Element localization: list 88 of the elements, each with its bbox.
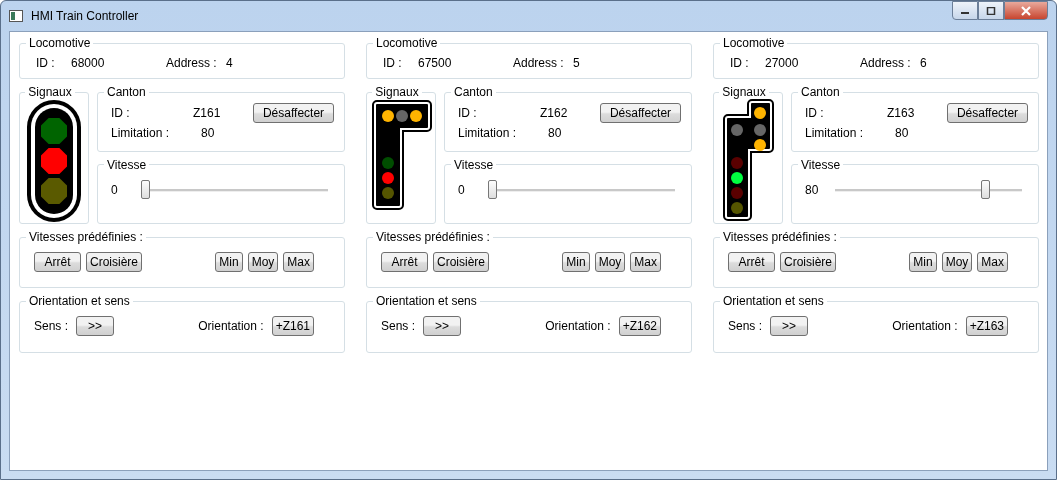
- preset-button[interactable]: Max: [283, 252, 314, 272]
- close-icon: [1020, 5, 1032, 16]
- limit-label: Limitation :: [458, 126, 518, 140]
- slider-thumb[interactable]: [488, 179, 497, 199]
- slider-thumb[interactable]: [141, 179, 150, 199]
- group-title: Orientation et sens: [375, 294, 478, 308]
- orientation-label: Orientation :: [545, 319, 611, 333]
- preset-button[interactable]: Max: [630, 252, 661, 272]
- group-title: Orientation et sens: [722, 294, 825, 308]
- minimize-button[interactable]: [952, 1, 978, 20]
- locomotive-id: 67500: [418, 56, 453, 70]
- direction-label: Sens :: [34, 319, 69, 333]
- unassign-button[interactable]: Désaffecter: [600, 103, 681, 123]
- group-title: Canton: [800, 85, 841, 99]
- group-title: Signaux: [721, 85, 767, 99]
- id-label: ID :: [458, 106, 478, 120]
- group-title: Signaux: [27, 85, 73, 99]
- preset-button[interactable]: Moy: [941, 252, 973, 272]
- canton-id: Z162: [540, 106, 569, 120]
- id-label: ID :: [805, 106, 825, 120]
- speed-slider[interactable]: [141, 179, 328, 200]
- speed-slider[interactable]: [835, 179, 1022, 200]
- group-title: Vitesses prédéfinies :: [28, 230, 144, 244]
- group-title: Vitesse: [800, 157, 842, 172]
- address-value: 5: [573, 56, 580, 70]
- id-label: ID :: [111, 106, 131, 120]
- preset-button[interactable]: Arrêt: [381, 252, 428, 272]
- speed-value: 80: [805, 182, 820, 197]
- orientation-button[interactable]: +Z161: [271, 316, 314, 336]
- preset-button[interactable]: Arrêt: [728, 252, 775, 272]
- orientation-button[interactable]: +Z163: [965, 316, 1008, 336]
- preset-button[interactable]: Min: [215, 252, 243, 272]
- speed-value: 0: [458, 182, 466, 197]
- maximize-icon: [986, 6, 996, 15]
- limit-value: 80: [548, 126, 562, 140]
- group-title: Vitesses prédéfinies :: [375, 230, 491, 244]
- direction-button[interactable]: >>: [76, 316, 115, 336]
- preset-button[interactable]: Min: [562, 252, 590, 272]
- limit-label: Limitation :: [805, 126, 865, 140]
- id-label: ID :: [383, 56, 403, 70]
- address-value: 6: [920, 56, 927, 70]
- address-label: Address :: [860, 56, 912, 70]
- canton-id: Z163: [887, 106, 916, 120]
- speed-slider[interactable]: [488, 179, 675, 200]
- id-label: ID :: [36, 56, 56, 70]
- group-title: Vitesse: [106, 157, 148, 172]
- limit-value: 80: [895, 126, 909, 140]
- preset-button[interactable]: Moy: [594, 252, 626, 272]
- group-title: Signaux: [374, 85, 420, 99]
- unassign-button[interactable]: Désaffecter: [947, 103, 1028, 123]
- orientation-label: Orientation :: [198, 319, 264, 333]
- speed-value: 0: [111, 182, 119, 197]
- close-button[interactable]: [1004, 1, 1048, 20]
- direction-button[interactable]: >>: [423, 316, 462, 336]
- preset-button[interactable]: Min: [909, 252, 937, 272]
- locomotive-id: 68000: [71, 56, 106, 70]
- app-icon: [9, 10, 23, 22]
- group-title: Locomotive: [28, 36, 92, 50]
- preset-button[interactable]: Moy: [247, 252, 279, 272]
- canton-id: Z161: [193, 106, 222, 120]
- preset-button[interactable]: Arrêt: [34, 252, 81, 272]
- limit-value: 80: [201, 126, 215, 140]
- preset-button[interactable]: Max: [977, 252, 1008, 272]
- locomotive-id: 27000: [765, 56, 800, 70]
- id-label: ID :: [730, 56, 750, 70]
- group-title: Vitesse: [453, 157, 495, 172]
- group-title: Vitesses prédéfinies :: [722, 230, 838, 244]
- group-title: Locomotive: [722, 36, 786, 50]
- unassign-button[interactable]: Désaffecter: [253, 103, 334, 123]
- window-title: HMI Train Controller: [31, 9, 139, 23]
- maximize-button[interactable]: [978, 1, 1004, 20]
- slider-thumb[interactable]: [980, 179, 990, 199]
- direction-button[interactable]: >>: [770, 316, 809, 336]
- preset-button[interactable]: Croisière: [433, 252, 489, 272]
- orientation-button[interactable]: +Z162: [618, 316, 661, 336]
- preset-button[interactable]: Croisière: [86, 252, 142, 272]
- direction-label: Sens :: [381, 319, 416, 333]
- address-label: Address :: [166, 56, 218, 70]
- address-label: Address :: [513, 56, 565, 70]
- group-title: Canton: [106, 85, 147, 99]
- address-value: 4: [226, 56, 233, 70]
- direction-label: Sens :: [728, 319, 763, 333]
- group-title: Orientation et sens: [28, 294, 131, 308]
- preset-button[interactable]: Croisière: [780, 252, 836, 272]
- orientation-label: Orientation :: [892, 319, 958, 333]
- group-title: Canton: [453, 85, 494, 99]
- limit-label: Limitation :: [111, 126, 171, 140]
- group-title: Locomotive: [375, 36, 439, 50]
